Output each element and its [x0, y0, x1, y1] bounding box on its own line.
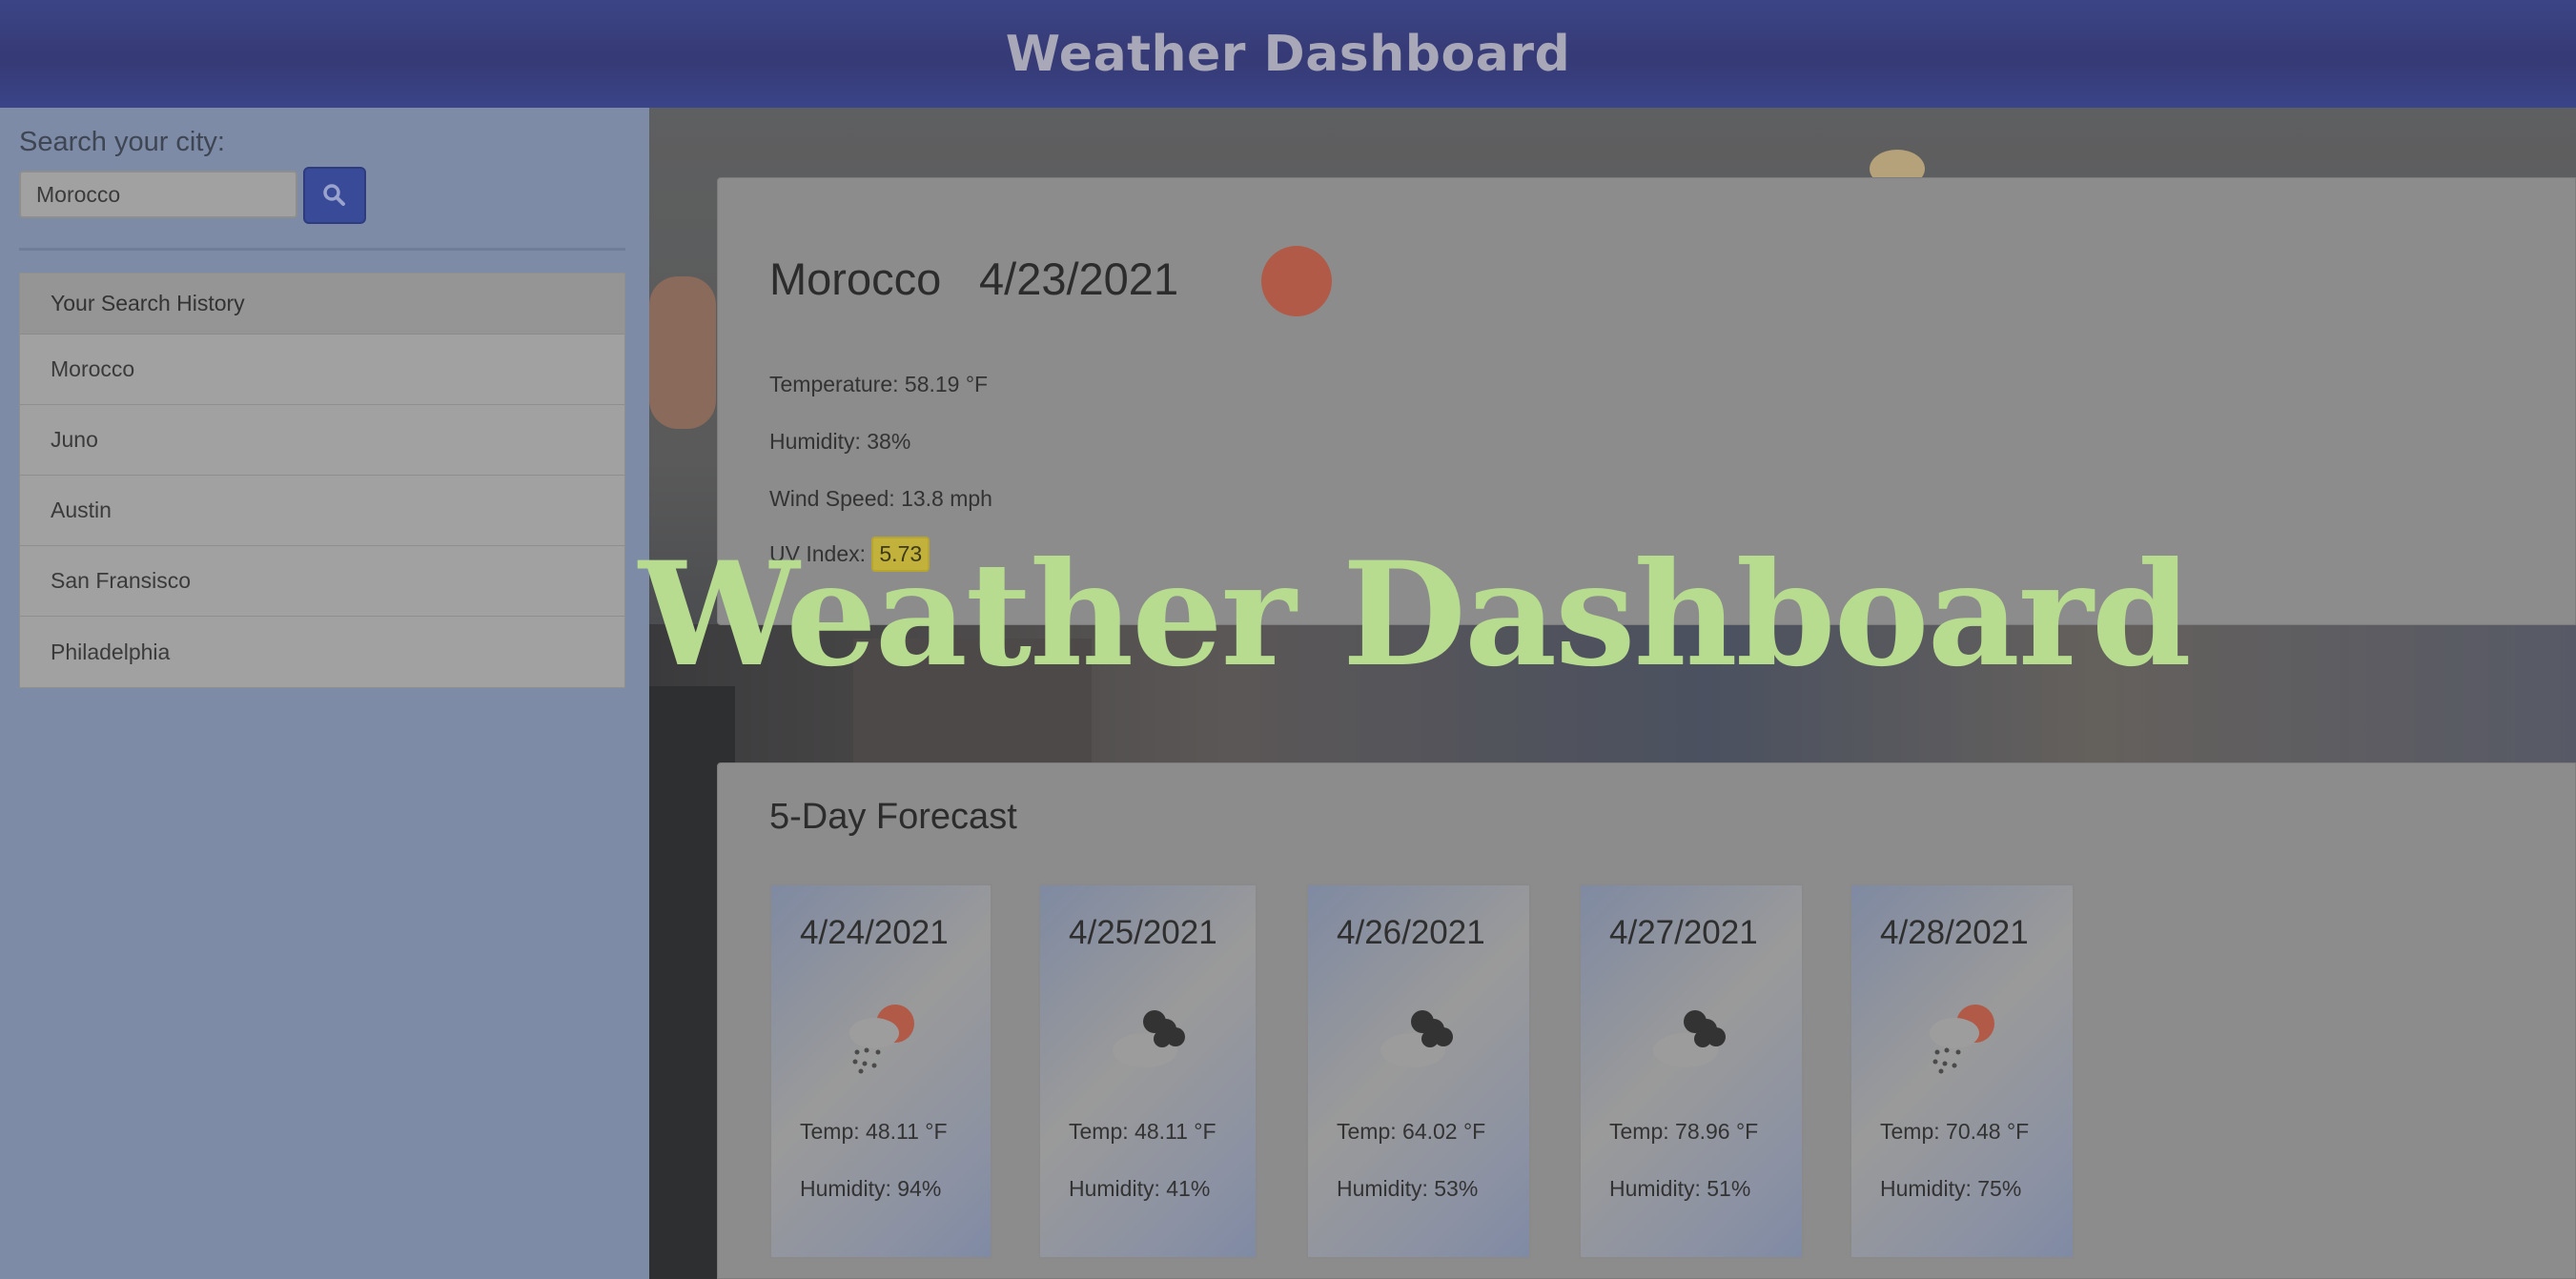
forecast-date: 4/26/2021: [1337, 914, 1485, 951]
sun-rain-icon: [1930, 1005, 1994, 1074]
forecast-temp: Temp: 70.48 °F: [1880, 1119, 2030, 1144]
forecast-date: 4/24/2021: [800, 914, 949, 951]
history-item-philadelphia[interactable]: Philadelphia: [20, 617, 624, 687]
forecast-title: 5-Day Forecast: [769, 797, 1017, 837]
forecast-date: 4/25/2021: [1069, 914, 1217, 951]
app-header: Weather Dashboard: [0, 0, 2576, 108]
forecast-humidity: Humidity: 53%: [1337, 1176, 1479, 1201]
forecast-humidity: Humidity: 41%: [1069, 1176, 1211, 1201]
dark-clouds-icon: [1113, 1010, 1185, 1067]
forecast-card: 5-Day Forecast 4/24/2021 Temp: 48.11 °F …: [717, 762, 2576, 1279]
sun-rain-icon: [849, 1005, 914, 1074]
forecast-day-card: 4/25/2021 Temp: 48.11 °F Humidity: 41%: [1038, 883, 1257, 1259]
forecast-day-card: 4/24/2021 Temp: 48.11 °F Humidity: 94%: [769, 883, 992, 1259]
page-title: Weather Dashboard: [1005, 25, 1571, 83]
current-city: Morocco: [769, 254, 942, 304]
search-icon: [323, 184, 345, 206]
history-item-morocco[interactable]: Morocco: [20, 335, 624, 405]
search-label: Search your city:: [19, 127, 225, 157]
search-history-title: Your Search History: [20, 274, 624, 335]
forecast-day-card: 4/28/2021 Temp: 70.48 °F Humidity: 75%: [1850, 883, 2075, 1259]
search-history-list: Your Search History Morocco Juno Austin …: [19, 273, 625, 688]
forecast-temp: Temp: 64.02 °F: [1337, 1119, 1486, 1144]
current-wind-speed: Wind Speed: 13.8 mph: [769, 486, 992, 511]
forecast-date: 4/27/2021: [1609, 914, 1758, 951]
sidebar: Search your city: Your Search History Mo…: [0, 108, 649, 1279]
forecast-day-card: 4/26/2021 Temp: 64.02 °F Humidity: 53%: [1306, 883, 1531, 1259]
history-item-austin[interactable]: Austin: [20, 476, 624, 546]
background-cloud: [649, 276, 716, 429]
sun-icon: [1261, 246, 1332, 316]
history-item-san-fransisco[interactable]: San Fransisco: [20, 546, 624, 617]
forecast-temp: Temp: 48.11 °F: [1069, 1119, 1216, 1144]
current-date: 4/23/2021: [979, 254, 1179, 304]
history-item-juno[interactable]: Juno: [20, 405, 624, 476]
forecast-date: 4/28/2021: [1880, 914, 2029, 951]
forecast-humidity: Humidity: 51%: [1609, 1176, 1751, 1201]
forecast-temp: Temp: 78.96 °F: [1609, 1119, 1759, 1144]
current-humidity: Humidity: 38%: [769, 429, 911, 454]
divider: [19, 248, 625, 251]
dark-clouds-icon: [1653, 1010, 1726, 1067]
forecast-day-card: 4/27/2021 Temp: 78.96 °F Humidity: 51%: [1579, 883, 1804, 1259]
search-button[interactable]: [303, 167, 366, 224]
dark-clouds-icon: [1380, 1010, 1453, 1067]
forecast-humidity: Humidity: 94%: [800, 1176, 942, 1201]
current-temperature: Temperature: 58.19 °F: [769, 372, 989, 396]
overlay-title: Weather Dashboard: [639, 531, 2192, 699]
forecast-temp: Temp: 48.11 °F: [800, 1119, 948, 1144]
search-input[interactable]: [19, 171, 297, 218]
forecast-humidity: Humidity: 75%: [1880, 1176, 2022, 1201]
